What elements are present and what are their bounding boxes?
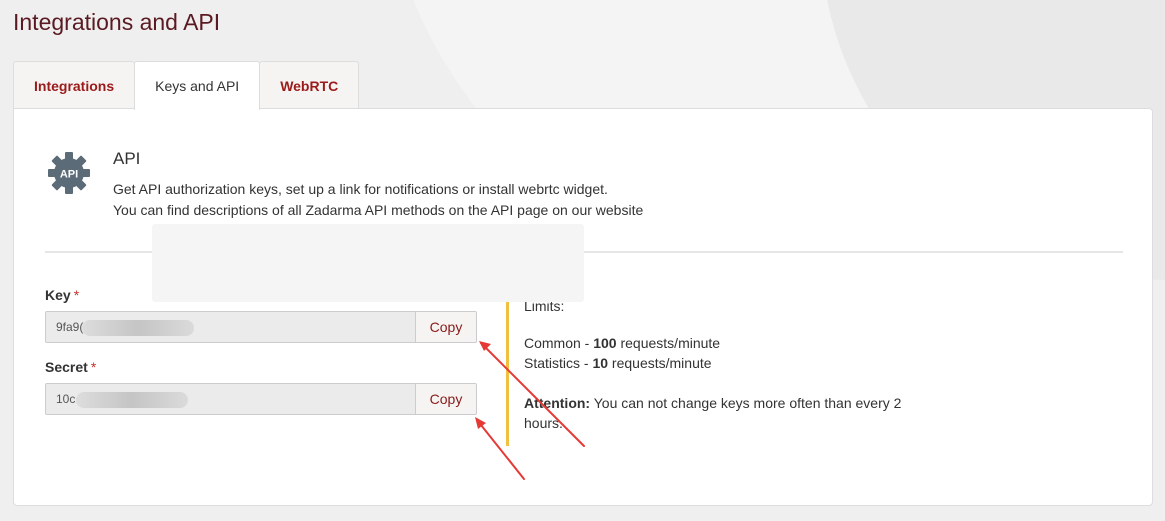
limits-stats-prefix: Statistics - xyxy=(524,355,593,371)
limits-accent-bar xyxy=(506,294,509,446)
key-label-text: Key xyxy=(45,287,71,303)
redaction-overlay xyxy=(152,224,584,302)
api-gear-icon: API xyxy=(47,151,91,195)
limits-attention: Attention: You can not change keys more … xyxy=(524,393,901,433)
key-required-mark: * xyxy=(73,287,80,303)
secret-label: Secret * xyxy=(45,359,96,375)
tab-bar: Integrations Keys and API WebRTC xyxy=(13,61,360,110)
key-input[interactable]: 9fa9( xyxy=(45,311,415,343)
secret-input[interactable]: 10c xyxy=(45,383,415,415)
attention-label: Attention: xyxy=(524,395,591,411)
attention-line-2: hours. xyxy=(524,415,563,431)
tab-webrtc[interactable]: WebRTC xyxy=(259,61,360,109)
limits-stats-suffix: requests/minute xyxy=(608,355,712,371)
limits-common-prefix: Common - xyxy=(524,335,594,351)
attention-line-1: You can not change keys more often than … xyxy=(590,395,902,411)
limits-common-value: 100 xyxy=(593,335,617,351)
key-label: Key * xyxy=(45,287,79,303)
limits-statistics: Statistics - 10 requests/minute xyxy=(524,353,712,373)
key-blur-mask xyxy=(82,320,194,336)
key-row: 9fa9( Copy xyxy=(45,311,477,343)
key-value: 9fa9( xyxy=(56,320,84,334)
api-heading: API xyxy=(113,149,141,168)
tab-integrations[interactable]: Integrations xyxy=(13,61,136,109)
limits-stats-value: 10 xyxy=(592,355,609,371)
secret-value: 10c xyxy=(56,392,76,406)
page-title: Integrations and API xyxy=(13,9,221,35)
secret-label-text: Secret xyxy=(45,359,88,375)
limits-common: Common - 100 requests/minute xyxy=(524,333,720,353)
api-icon-label: API xyxy=(60,169,78,181)
keys-api-panel: API API Get API authorization keys, set … xyxy=(13,108,1153,506)
limits-common-suffix: requests/minute xyxy=(616,335,721,351)
secret-blur-mask xyxy=(76,392,188,408)
api-description: Get API authorization keys, set up a lin… xyxy=(113,179,643,221)
tab-keys-and-api[interactable]: Keys and API xyxy=(134,61,261,110)
secret-row: 10c Copy xyxy=(45,383,477,415)
copy-key-button[interactable]: Copy xyxy=(415,311,477,343)
api-desc-line-1: Get API authorization keys, set up a lin… xyxy=(113,181,608,197)
secret-required-mark: * xyxy=(90,359,97,375)
copy-secret-button[interactable]: Copy xyxy=(415,383,477,415)
api-desc-line-2: You can find descriptions of all Zadarma… xyxy=(113,202,644,218)
